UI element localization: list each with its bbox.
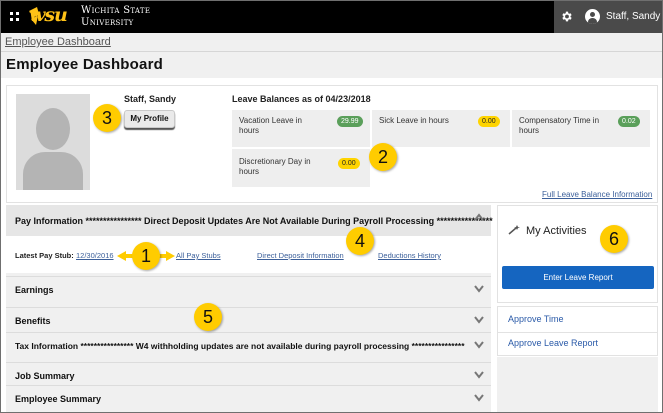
leave-vacation: Vacation Leave in hours 29.99	[232, 110, 370, 147]
wsu-logo-text: wsu	[29, 4, 68, 26]
leave-vacation-badge: 29.99	[337, 116, 363, 127]
leave-discretionary: Discretionary Day in hours 0.00	[232, 149, 370, 187]
full-leave-balance-link[interactable]: Full Leave Balance Information	[542, 190, 652, 199]
profile-panel: Staff, Sandy My Profile Leave Balances a…	[6, 85, 658, 203]
callout-2: 2	[369, 143, 397, 171]
app-grid-icon[interactable]	[10, 12, 19, 21]
magic-wand-icon	[508, 225, 520, 235]
leave-compensatory: Compensatory Time in hours 0.02	[512, 110, 650, 147]
chevron-down-icon[interactable]	[474, 316, 484, 324]
university-name: Wichita State University	[81, 5, 151, 28]
callout-1: 1	[132, 242, 160, 270]
section-tax-information[interactable]: Tax Information **************** W4 with…	[6, 332, 491, 358]
chevron-down-icon[interactable]	[474, 394, 484, 402]
top-bar: wsu Wichita State University Staff, Sand…	[1, 1, 662, 33]
activity-links: Approve Time Approve Leave Report	[497, 306, 658, 356]
leave-balances-heading: Leave Balances as of 04/23/2018	[232, 94, 371, 104]
pay-information-title: Pay Information **************** Direct …	[15, 216, 493, 226]
right-column-background	[497, 357, 658, 412]
all-pay-stubs-link[interactable]: All Pay Stubs	[176, 251, 221, 260]
my-activities-title: My Activities	[526, 225, 587, 237]
pay-accordion: Pay Information **************** Direct …	[6, 205, 493, 412]
profile-name: Staff, Sandy	[124, 94, 177, 104]
section-earnings[interactable]: Earnings	[6, 276, 491, 302]
callout-3: 3	[93, 104, 121, 132]
user-avatar-icon[interactable]	[585, 9, 600, 24]
breadcrumb: Employee Dashboard	[1, 33, 662, 52]
breadcrumb-link[interactable]: Employee Dashboard	[5, 36, 111, 48]
chevron-down-icon[interactable]	[474, 371, 484, 379]
divider	[498, 332, 657, 333]
chevron-down-icon[interactable]	[474, 341, 484, 349]
profile-photo	[16, 94, 90, 190]
deductions-history-link[interactable]: Deductions History	[378, 251, 441, 260]
callout-4: 4	[346, 227, 374, 255]
enter-leave-report-button[interactable]: Enter Leave Report	[502, 266, 654, 289]
gear-icon[interactable]	[560, 10, 573, 23]
chevron-down-icon[interactable]	[474, 285, 484, 293]
leave-discretionary-badge: 0.00	[338, 158, 360, 169]
my-activities-panel: My Activities Enter Leave Report	[497, 205, 658, 303]
callout-1-arrow-left-icon	[117, 251, 133, 261]
activities-column: My Activities Enter Leave Report Approve…	[497, 205, 658, 412]
leave-sick: Sick Leave in hours 0.00	[372, 110, 510, 147]
approve-time-link[interactable]: Approve Time	[508, 314, 564, 324]
leave-sick-badge: 0.00	[478, 116, 500, 127]
leave-compensatory-badge: 0.02	[618, 116, 640, 127]
callout-6: 6	[600, 225, 628, 253]
latest-pay-stub-label: Latest Pay Stub:	[15, 251, 74, 260]
callout-5: 5	[194, 303, 222, 331]
callout-1-arrow-right-icon	[159, 251, 175, 261]
section-benefits[interactable]: Benefits	[6, 307, 491, 333]
pay-information-body: Latest Pay Stub: 12/30/2016 All Pay Stub…	[6, 236, 491, 273]
section-employee-summary[interactable]: Employee Summary	[6, 385, 491, 411]
user-name[interactable]: Staff, Sandy	[606, 11, 660, 22]
my-profile-button[interactable]: My Profile	[124, 110, 175, 128]
direct-deposit-link[interactable]: Direct Deposit Information	[257, 251, 344, 260]
page-title: Employee Dashboard	[6, 56, 163, 73]
app-frame: wsu Wichita State University Staff, Sand…	[0, 0, 663, 413]
pay-information-header[interactable]: Pay Information **************** Direct …	[6, 205, 493, 236]
approve-leave-report-link[interactable]: Approve Leave Report	[508, 338, 598, 348]
chevron-up-icon[interactable]	[474, 213, 484, 221]
user-area: Staff, Sandy	[554, 1, 662, 33]
title-bar: Employee Dashboard	[1, 52, 662, 78]
latest-pay-stub-link[interactable]: 12/30/2016	[76, 251, 114, 260]
